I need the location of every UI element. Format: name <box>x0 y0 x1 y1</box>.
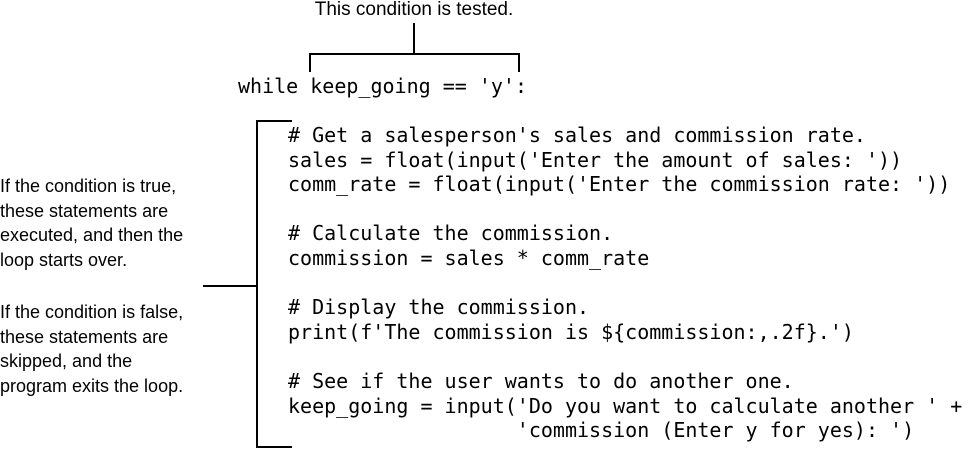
code-line: keep_going = input('Do you want to calcu… <box>288 393 963 418</box>
code-line: # Display the commission. <box>288 295 590 320</box>
condition-bracket <box>309 23 520 72</box>
code-line: # Calculate the commission. <box>288 221 614 246</box>
false-condition-note: If the condition is false, these stateme… <box>0 302 184 396</box>
while-statement: while keep_going == 'y': <box>238 74 527 98</box>
condition-label: This condition is tested. <box>314 0 514 20</box>
while-loop-diagram: This condition is tested. while keep_goi… <box>0 0 976 450</box>
loop-body-code: # Get a salesperson's sales and commissi… <box>288 123 962 443</box>
true-condition-note: If the condition is true, these statemen… <box>0 176 184 270</box>
code-line: print(f'The commission is ${commission:,… <box>288 319 854 344</box>
code-line: # See if the user wants to do another on… <box>288 368 794 393</box>
code-line: # Get a salesperson's sales and commissi… <box>288 123 866 147</box>
loop-body-bracket <box>203 120 292 448</box>
code-line: commission = sales * comm_rate <box>288 245 650 270</box>
code-line: comm_rate = float(input('Enter the commi… <box>288 172 951 197</box>
code-line: sales = float(input('Enter the amount of… <box>288 147 903 172</box>
code-line: 'commission (Enter y for yes): ') <box>288 418 915 443</box>
